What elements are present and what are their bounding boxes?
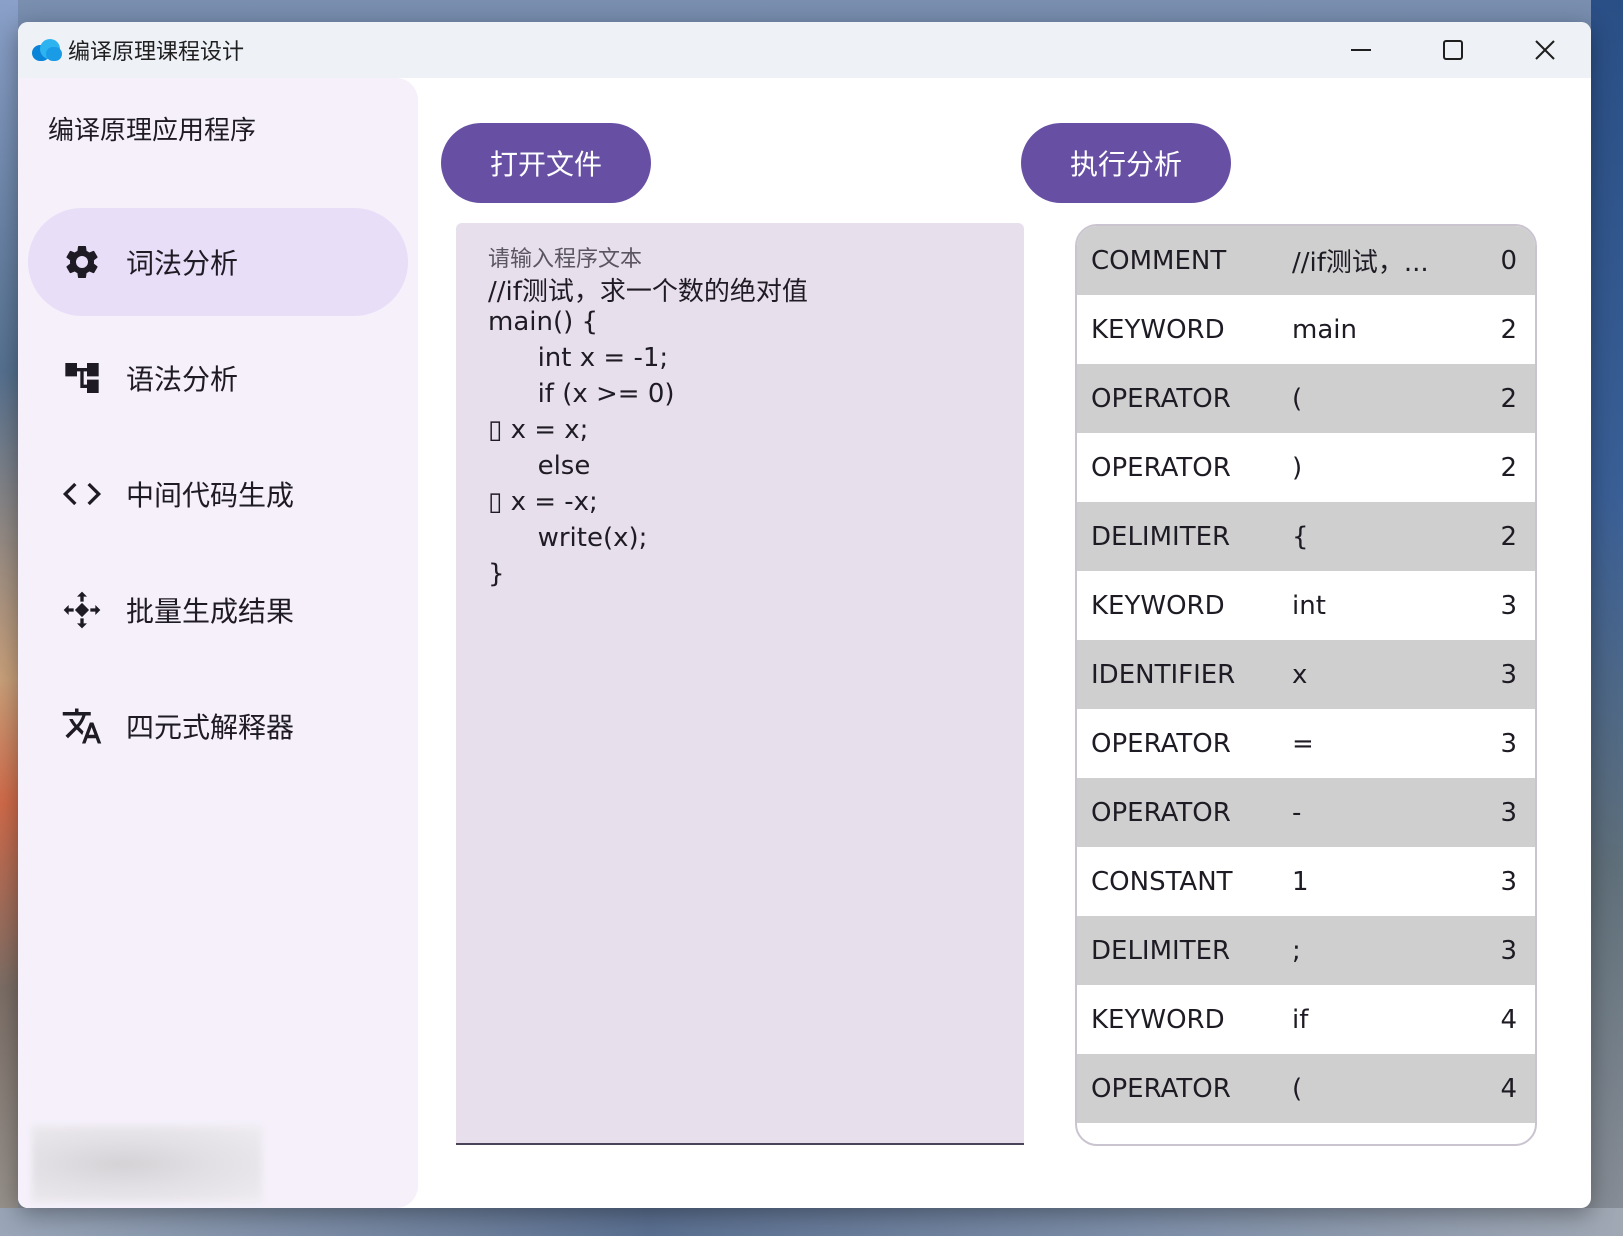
token-type: OPERATOR	[1091, 728, 1231, 759]
code-icon	[60, 472, 104, 516]
token-type: DELIMITER	[1091, 935, 1231, 966]
nav-item-batch-results[interactable]: 批量生成结果	[28, 556, 408, 664]
token-line: 4	[1500, 1004, 1517, 1035]
token-line: 4	[1500, 1073, 1517, 1104]
token-type: DELIMITER	[1091, 521, 1231, 552]
run-analysis-button[interactable]: 执行分析	[1021, 123, 1231, 203]
token-type: KEYWORD	[1091, 1004, 1225, 1035]
token-type: KEYWORD	[1091, 590, 1225, 621]
code-line: ▯ x = x;	[488, 415, 589, 445]
token-line: 2	[1500, 314, 1517, 345]
nav-item-lexical-analysis[interactable]: 词法分析	[28, 208, 408, 316]
token-value: main	[1292, 314, 1357, 345]
table-row[interactable]: OPERATOR ) 2	[1077, 433, 1535, 502]
app-window: 编译原理课程设计 编译原理应用程序 词法分析 语法分析 中间代码生成 批量生成结…	[18, 22, 1591, 1208]
nav-label: 词法分析	[126, 247, 239, 280]
token-value: 1	[1292, 866, 1309, 897]
nav-label: 中间代码生成	[126, 479, 295, 512]
token-line: 3	[1500, 728, 1517, 759]
table-row[interactable]: CONSTANT 1 3	[1077, 847, 1535, 916]
token-line: 3	[1500, 866, 1517, 897]
token-line: 3	[1500, 935, 1517, 966]
nav-item-intermediate-code[interactable]: 中间代码生成	[28, 440, 408, 548]
desktop-wallpaper-bottom	[0, 1208, 1623, 1236]
code-line: }	[488, 559, 505, 589]
blurred-user-area	[32, 1126, 262, 1202]
table-row[interactable]: OPERATOR ( 4	[1077, 1054, 1535, 1123]
minimize-button[interactable]	[1315, 22, 1407, 78]
code-line: main() {	[488, 307, 599, 337]
desktop-wallpaper-right	[1591, 0, 1623, 1236]
cloud-app-icon	[32, 39, 62, 61]
token-line: 2	[1500, 383, 1517, 414]
open-file-button[interactable]: 打开文件	[441, 123, 651, 203]
code-line: write(x);	[488, 523, 648, 553]
source-code-editor[interactable]: 请输入程序文本 //if测试，求一个数的绝对值 main() { int x =…	[456, 223, 1024, 1145]
maximize-icon	[1443, 40, 1463, 60]
nav-item-quadruple-interpreter[interactable]: 四元式解释器	[28, 672, 408, 780]
token-line: 3	[1500, 590, 1517, 621]
token-type: OPERATOR	[1091, 452, 1231, 483]
maximize-button[interactable]	[1407, 22, 1499, 78]
editor-placeholder: 请输入程序文本	[488, 247, 643, 272]
table-row[interactable]: OPERATOR = 3	[1077, 709, 1535, 778]
table-row[interactable]: DELIMITER ; 3	[1077, 916, 1535, 985]
code-line: ▯ x = -x;	[488, 487, 598, 517]
nav-item-syntax-analysis[interactable]: 语法分析	[28, 324, 408, 432]
diamond-arrows-icon	[60, 588, 104, 632]
table-row[interactable]: KEYWORD int 3	[1077, 571, 1535, 640]
nav-label: 四元式解释器	[126, 711, 295, 744]
token-value: int	[1292, 590, 1326, 621]
table-row[interactable]: KEYWORD if 4	[1077, 985, 1535, 1054]
navigation-sidebar: 编译原理应用程序 词法分析 语法分析 中间代码生成 批量生成结果 四元式解释器	[18, 78, 418, 1208]
table-row[interactable]: IDENTIFIER x 3	[1077, 640, 1535, 709]
desktop-wallpaper-left	[0, 0, 18, 1236]
nav-label: 批量生成结果	[126, 595, 295, 628]
token-value: (	[1292, 1073, 1303, 1104]
token-type: CONSTANT	[1091, 866, 1233, 897]
token-line: 0	[1500, 245, 1517, 276]
token-line: 3	[1500, 659, 1517, 690]
gear-icon	[60, 240, 104, 284]
token-type: OPERATOR	[1091, 1073, 1231, 1104]
close-button[interactable]	[1499, 22, 1591, 78]
token-type: OPERATOR	[1091, 383, 1231, 414]
window-title: 编译原理课程设计	[68, 40, 245, 65]
token-line: 3	[1500, 797, 1517, 828]
code-line: //if测试，求一个数的绝对值	[488, 277, 808, 307]
table-row[interactable]: KEYWORD main 2	[1077, 295, 1535, 364]
app-name: 编译原理应用程序	[48, 116, 257, 146]
token-type: KEYWORD	[1091, 314, 1225, 345]
table-row[interactable]: OPERATOR - 3	[1077, 778, 1535, 847]
title-bar[interactable]: 编译原理课程设计	[18, 22, 1591, 78]
table-row[interactable]: COMMENT //if测试，... 0	[1077, 226, 1535, 295]
token-value: {	[1292, 521, 1309, 552]
token-list[interactable]: COMMENT //if测试，... 0 KEYWORD main 2 OPER…	[1075, 224, 1537, 1146]
close-icon	[1535, 40, 1555, 60]
token-value: =	[1292, 728, 1314, 759]
table-row[interactable]: DELIMITER { 2	[1077, 502, 1535, 571]
token-line: 2	[1500, 452, 1517, 483]
token-type: IDENTIFIER	[1091, 659, 1236, 690]
tree-icon	[60, 356, 104, 400]
token-type: COMMENT	[1091, 245, 1227, 276]
minimize-icon	[1351, 49, 1371, 51]
token-value: )	[1292, 452, 1303, 483]
token-line: 2	[1500, 521, 1517, 552]
translate-icon	[60, 704, 104, 748]
code-line: else	[488, 451, 591, 481]
token-value: (	[1292, 383, 1303, 414]
table-row[interactable]: OPERATOR ( 2	[1077, 364, 1535, 433]
token-value: if	[1292, 1004, 1309, 1035]
token-value: //if测试，...	[1292, 248, 1429, 278]
code-line: if (x >= 0)	[488, 379, 675, 409]
token-value: ;	[1292, 935, 1301, 966]
token-value: -	[1292, 797, 1302, 828]
window-controls	[1315, 22, 1591, 78]
nav-label: 语法分析	[126, 363, 239, 396]
code-line: int x = -1;	[488, 343, 669, 373]
token-type: OPERATOR	[1091, 797, 1231, 828]
token-value: x	[1292, 659, 1308, 690]
